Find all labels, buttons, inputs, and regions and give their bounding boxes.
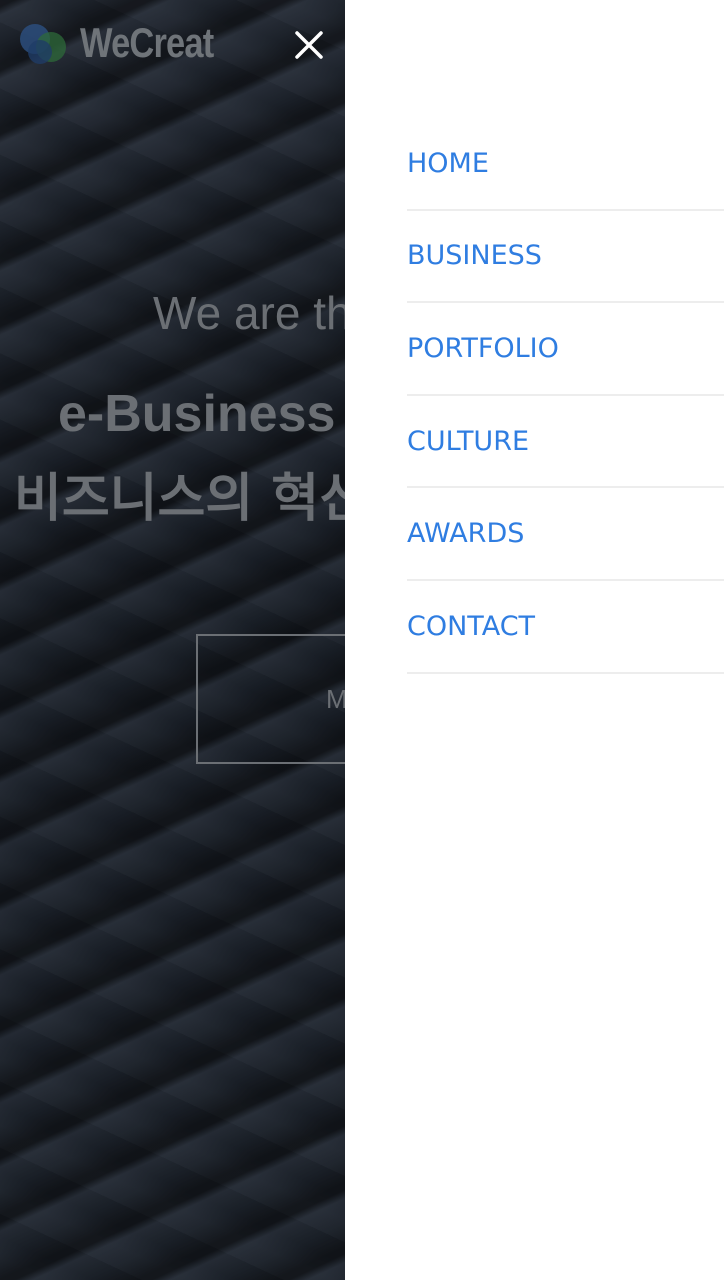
nav-item-label: CONTACT [407, 610, 536, 642]
nav-item-home[interactable]: HOME [407, 118, 724, 211]
hero-tagline: We are th [153, 287, 345, 339]
nav-menu: HOME BUSINESS PORTFOLIO CULTURE AWARDS C… [407, 118, 724, 674]
site-logo[interactable]: WeCreat [16, 18, 243, 68]
hero-background: WeCreat We are th e-Business 비즈니스의 혁신 M [0, 0, 345, 1280]
hero-title: e-Business [58, 385, 336, 443]
nav-drawer: HOME BUSINESS PORTFOLIO CULTURE AWARDS C… [345, 0, 724, 1280]
nav-item-label: HOME [407, 147, 489, 179]
hero-subtitle: 비즈니스의 혁신 [14, 469, 345, 529]
hero-button-label: M [326, 684, 345, 714]
close-menu-button[interactable] [288, 24, 330, 66]
close-icon [295, 31, 323, 59]
nav-item-culture[interactable]: CULTURE [407, 396, 724, 489]
nav-item-business[interactable]: BUSINESS [407, 211, 724, 304]
hero-more-button[interactable]: M [196, 634, 345, 764]
nav-item-label: CULTURE [407, 425, 530, 457]
nav-item-label: PORTFOLIO [407, 332, 559, 364]
nav-item-portfolio[interactable]: PORTFOLIO [407, 303, 724, 396]
logo-mark-icon [16, 18, 74, 68]
nav-item-label: AWARDS [407, 518, 525, 550]
nav-item-contact[interactable]: CONTACT [407, 581, 724, 674]
nav-item-awards[interactable]: AWARDS [407, 488, 724, 581]
nav-item-label: BUSINESS [407, 240, 542, 272]
logo-text: WeCreat [80, 19, 214, 66]
